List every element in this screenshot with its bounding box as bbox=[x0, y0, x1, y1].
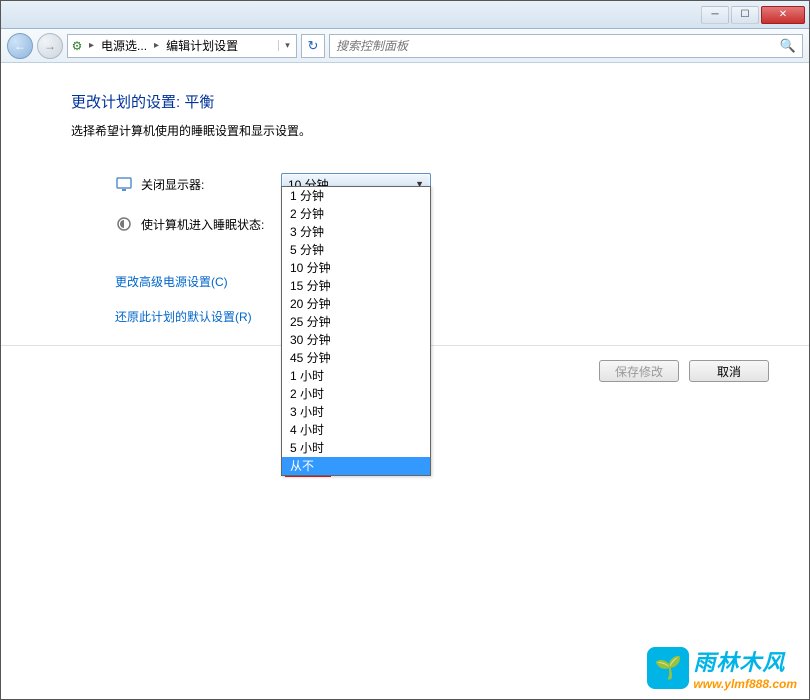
dropdown-option[interactable]: 从不 bbox=[282, 457, 430, 475]
dropdown-option[interactable]: 30 分钟 bbox=[282, 331, 430, 349]
control-panel-icon: ⚙ bbox=[68, 39, 86, 53]
dropdown-option[interactable]: 3 小时 bbox=[282, 403, 430, 421]
window-titlebar: ─ ☐ ✕ bbox=[1, 1, 809, 29]
maximize-button[interactable]: ☐ bbox=[731, 6, 759, 24]
dropdown-option[interactable]: 5 分钟 bbox=[282, 241, 430, 259]
breadcrumb-item[interactable]: 电源选... bbox=[97, 37, 151, 54]
display-off-row: 关闭显示器: 10 分钟 ▼ bbox=[115, 173, 769, 195]
dropdown-option[interactable]: 3 分钟 bbox=[282, 223, 430, 241]
dropdown-option[interactable]: 5 小时 bbox=[282, 439, 430, 457]
display-icon bbox=[115, 175, 133, 193]
dropdown-option[interactable]: 45 分钟 bbox=[282, 349, 430, 367]
minimize-button[interactable]: ─ bbox=[701, 6, 729, 24]
chevron-right-icon: ▸ bbox=[86, 40, 97, 51]
sleep-row: 使计算机进入睡眠状态: bbox=[115, 215, 769, 233]
dropdown-option[interactable]: 4 小时 bbox=[282, 421, 430, 439]
dropdown-option[interactable]: 2 小时 bbox=[282, 385, 430, 403]
dropdown-option[interactable]: 20 分钟 bbox=[282, 295, 430, 313]
search-box[interactable]: 🔍 bbox=[329, 34, 803, 58]
close-button[interactable]: ✕ bbox=[761, 6, 805, 24]
breadcrumb-dropdown[interactable]: ▾ bbox=[278, 40, 296, 51]
display-off-label: 关闭显示器: bbox=[141, 176, 281, 193]
sleep-label: 使计算机进入睡眠状态: bbox=[141, 216, 281, 233]
save-button[interactable]: 保存修改 bbox=[599, 360, 679, 382]
dropdown-option[interactable]: 15 分钟 bbox=[282, 277, 430, 295]
restore-defaults-link[interactable]: 还原此计划的默认设置(R) bbox=[115, 308, 769, 325]
advanced-settings-link[interactable]: 更改高级电源设置(C) bbox=[115, 273, 769, 290]
chevron-right-icon: ▸ bbox=[151, 40, 162, 51]
dropdown-option[interactable]: 1 分钟 bbox=[282, 187, 430, 205]
back-button[interactable]: ← bbox=[7, 33, 33, 59]
watermark-url: www.ylmf888.com bbox=[693, 677, 797, 691]
search-input[interactable] bbox=[336, 39, 780, 53]
watermark-text: 雨林木风 bbox=[693, 645, 797, 677]
sleep-icon bbox=[115, 215, 133, 233]
search-icon: 🔍 bbox=[780, 38, 796, 54]
cancel-button[interactable]: 取消 bbox=[689, 360, 769, 382]
refresh-button[interactable]: ↻ bbox=[301, 34, 325, 58]
dropdown-option[interactable]: 2 分钟 bbox=[282, 205, 430, 223]
dropdown-option[interactable]: 1 小时 bbox=[282, 367, 430, 385]
page-description: 选择希望计算机使用的睡眠设置和显示设置。 bbox=[71, 122, 769, 139]
breadcrumb-item[interactable]: 编辑计划设置 bbox=[162, 37, 242, 54]
forward-button[interactable]: → bbox=[37, 33, 63, 59]
navigation-bar: ← → ⚙ ▸ 电源选... ▸ 编辑计划设置 ▾ ↻ 🔍 bbox=[1, 29, 809, 63]
watermark: 🌱 雨林木风 www.ylmf888.com bbox=[647, 645, 797, 691]
watermark-icon: 🌱 bbox=[647, 647, 689, 689]
display-off-dropdown-list[interactable]: 1 分钟2 分钟3 分钟5 分钟10 分钟15 分钟20 分钟25 分钟30 分… bbox=[281, 186, 431, 476]
dropdown-option[interactable]: 10 分钟 bbox=[282, 259, 430, 277]
page-title: 更改计划的设置: 平衡 bbox=[71, 91, 769, 112]
dropdown-option[interactable]: 25 分钟 bbox=[282, 313, 430, 331]
breadcrumb[interactable]: ⚙ ▸ 电源选... ▸ 编辑计划设置 ▾ bbox=[67, 34, 297, 58]
